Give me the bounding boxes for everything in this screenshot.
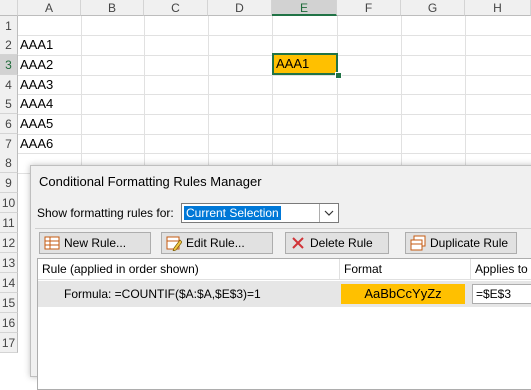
column-header-applies-to[interactable]: Applies to	[471, 259, 531, 279]
new-rule-button[interactable]: New Rule...	[39, 232, 151, 254]
show-rules-for-dropdown[interactable]: Current Selection	[181, 203, 339, 223]
column-header-d[interactable]: D	[208, 0, 272, 16]
column-header-a[interactable]: A	[18, 0, 81, 16]
column-header-g[interactable]: G	[401, 0, 465, 16]
show-rules-label: Show formatting rules for:	[37, 206, 174, 220]
conditional-formatting-rules-manager-dialog: Conditional Formatting Rules Manager Sho…	[30, 165, 531, 390]
duplicate-rule-label: Duplicate Rule	[430, 236, 509, 250]
column-header-format[interactable]: Format	[340, 259, 471, 279]
edit-rule-label: Edit Rule...	[186, 236, 245, 250]
cell-a5[interactable]: AAA4	[20, 94, 53, 114]
row-header-14[interactable]: 14	[0, 273, 18, 293]
active-cell-e3[interactable]: AAA1	[272, 53, 338, 75]
fill-handle[interactable]	[335, 72, 342, 79]
row-header-2[interactable]: 2	[0, 35, 18, 55]
rule-format-preview: AaBbCcYyZz	[341, 284, 465, 304]
column-header-b[interactable]: B	[81, 0, 144, 16]
row-header-17[interactable]: 17	[0, 333, 18, 353]
row-header-13[interactable]: 13	[0, 253, 18, 273]
row-header-3[interactable]: 3	[0, 55, 18, 75]
row-header-12[interactable]: 12	[0, 233, 18, 253]
select-all-corner[interactable]	[0, 0, 18, 16]
new-rule-icon	[44, 235, 60, 251]
applies-to-field[interactable]: =$E$3	[472, 284, 531, 304]
duplicate-rule-icon	[410, 235, 426, 251]
row-header-1[interactable]: 1	[0, 16, 18, 36]
row-header-16[interactable]: 16	[0, 313, 18, 333]
rules-toolbar: New Rule... Edit Rule... Delete Rule Dup…	[35, 228, 531, 255]
row-header-10[interactable]: 10	[0, 193, 18, 213]
row-header-6[interactable]: 6	[0, 114, 18, 134]
new-rule-label: New Rule...	[64, 236, 127, 250]
cell-a6[interactable]: AAA5	[20, 114, 53, 134]
column-header-h[interactable]: H	[465, 0, 531, 16]
delete-x-icon	[290, 235, 306, 251]
column-header-e[interactable]: E	[272, 0, 337, 16]
chevron-down-icon[interactable]	[319, 204, 338, 222]
row-header-9[interactable]: 9	[0, 173, 18, 193]
scope-selected-value: Current Selection	[183, 205, 282, 221]
column-header-c[interactable]: C	[144, 0, 208, 16]
row-header-7[interactable]: 7	[0, 134, 18, 154]
delete-rule-label: Delete Rule	[310, 236, 373, 250]
rules-list-header: Rule (applied in order shown) Format App…	[38, 259, 531, 280]
rule-formula: Formula: =COUNTIF($A:$A,$E$3)=1	[64, 287, 261, 301]
row-header-8[interactable]: 8	[0, 153, 18, 173]
cell-a7[interactable]: AAA6	[20, 134, 53, 154]
edit-rule-icon	[166, 235, 183, 252]
column-header-f[interactable]: F	[337, 0, 401, 16]
column-header-rule[interactable]: Rule (applied in order shown)	[38, 259, 340, 279]
row-header-15[interactable]: 15	[0, 293, 18, 313]
delete-rule-button[interactable]: Delete Rule	[285, 232, 389, 254]
cell-a2[interactable]: AAA1	[20, 35, 53, 55]
row-header-4[interactable]: 4	[0, 75, 18, 95]
cell-a3[interactable]: AAA2	[20, 55, 53, 75]
dialog-title: Conditional Formatting Rules Manager	[39, 174, 262, 189]
cell-a4[interactable]: AAA3	[20, 75, 53, 95]
row-header-5[interactable]: 5	[0, 94, 18, 114]
edit-rule-button[interactable]: Edit Rule...	[161, 232, 273, 254]
duplicate-rule-button[interactable]: Duplicate Rule	[405, 232, 517, 254]
row-header-11[interactable]: 11	[0, 213, 18, 233]
rule-row[interactable]: Formula: =COUNTIF($A:$A,$E$3)=1 AaBbCcYy…	[38, 281, 531, 307]
rules-list[interactable]: Rule (applied in order shown) Format App…	[37, 258, 531, 390]
